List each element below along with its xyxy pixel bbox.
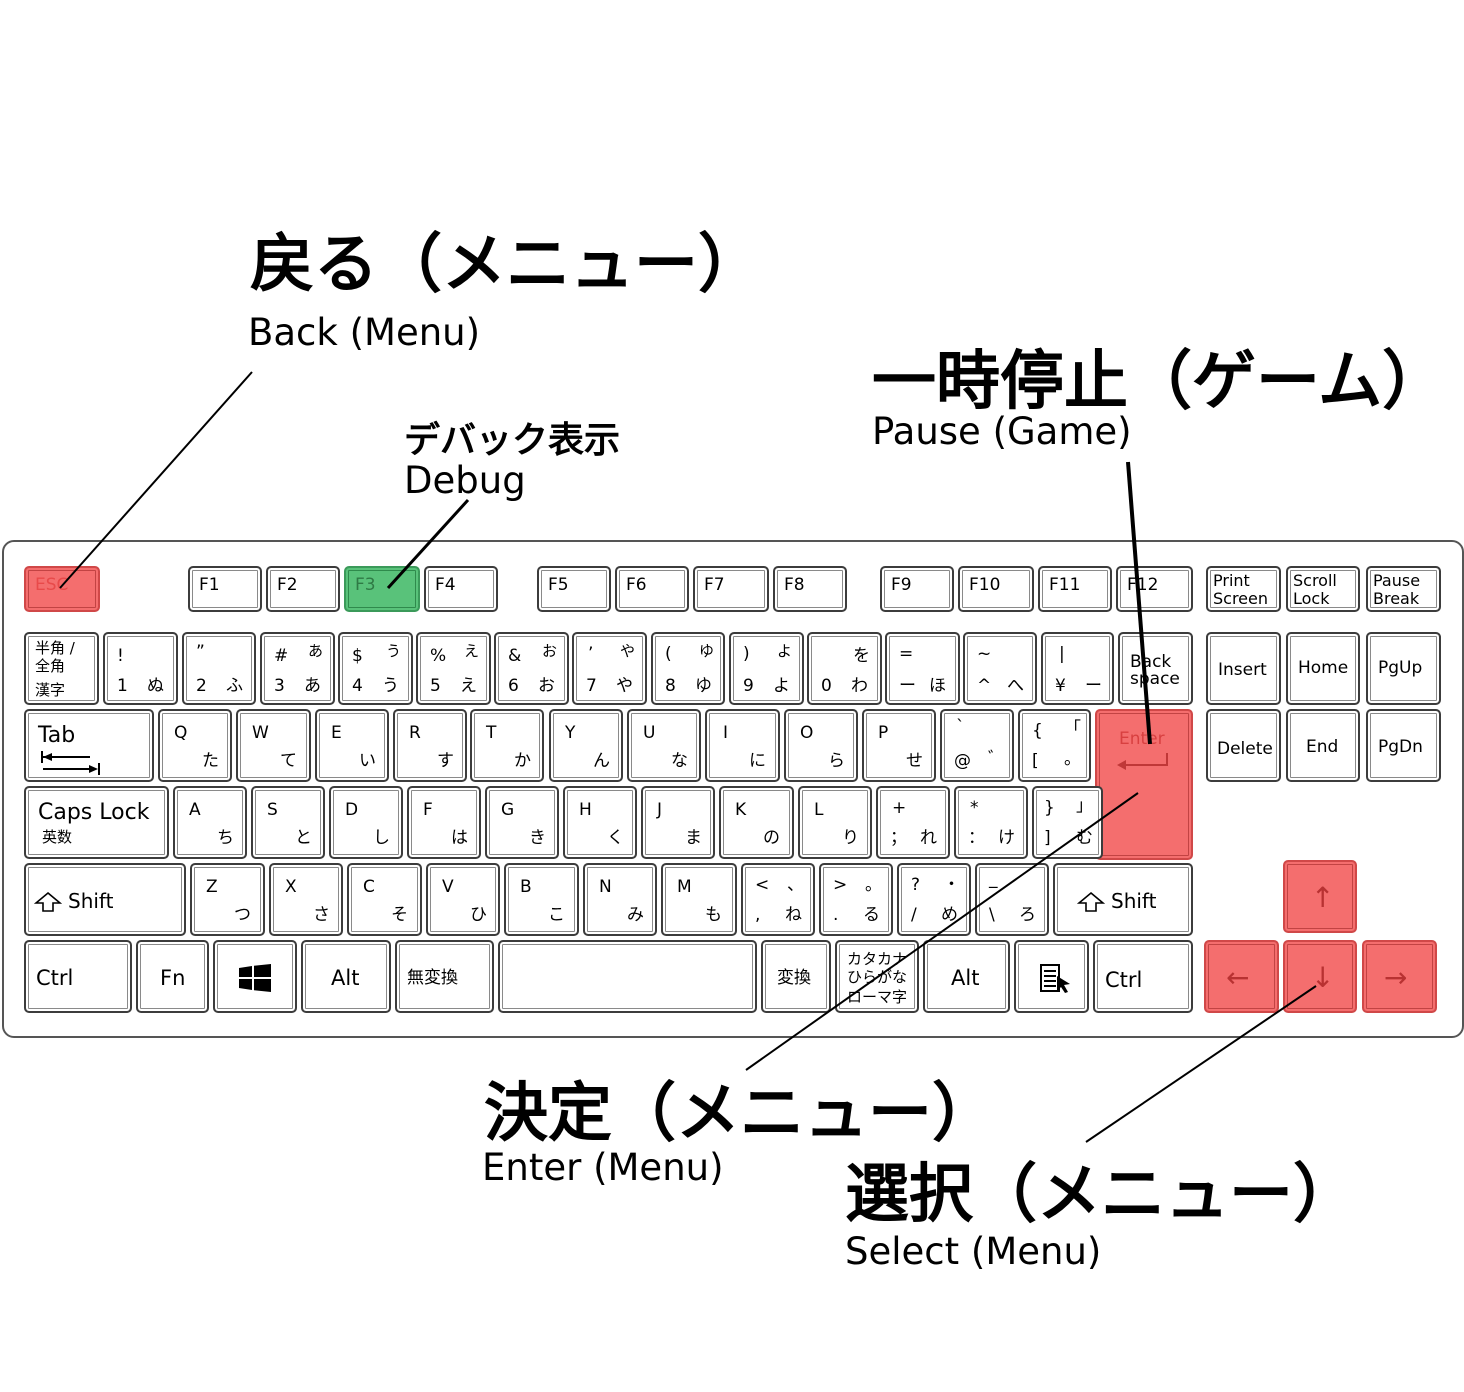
select-leader-line (1085, 985, 1317, 1143)
enter-leader-line (745, 792, 1139, 1071)
pause-leader-line (1126, 461, 1152, 745)
debug-leader-line (386, 498, 470, 590)
leader-lines (59, 371, 1317, 1143)
back-leader-line (59, 371, 253, 589)
